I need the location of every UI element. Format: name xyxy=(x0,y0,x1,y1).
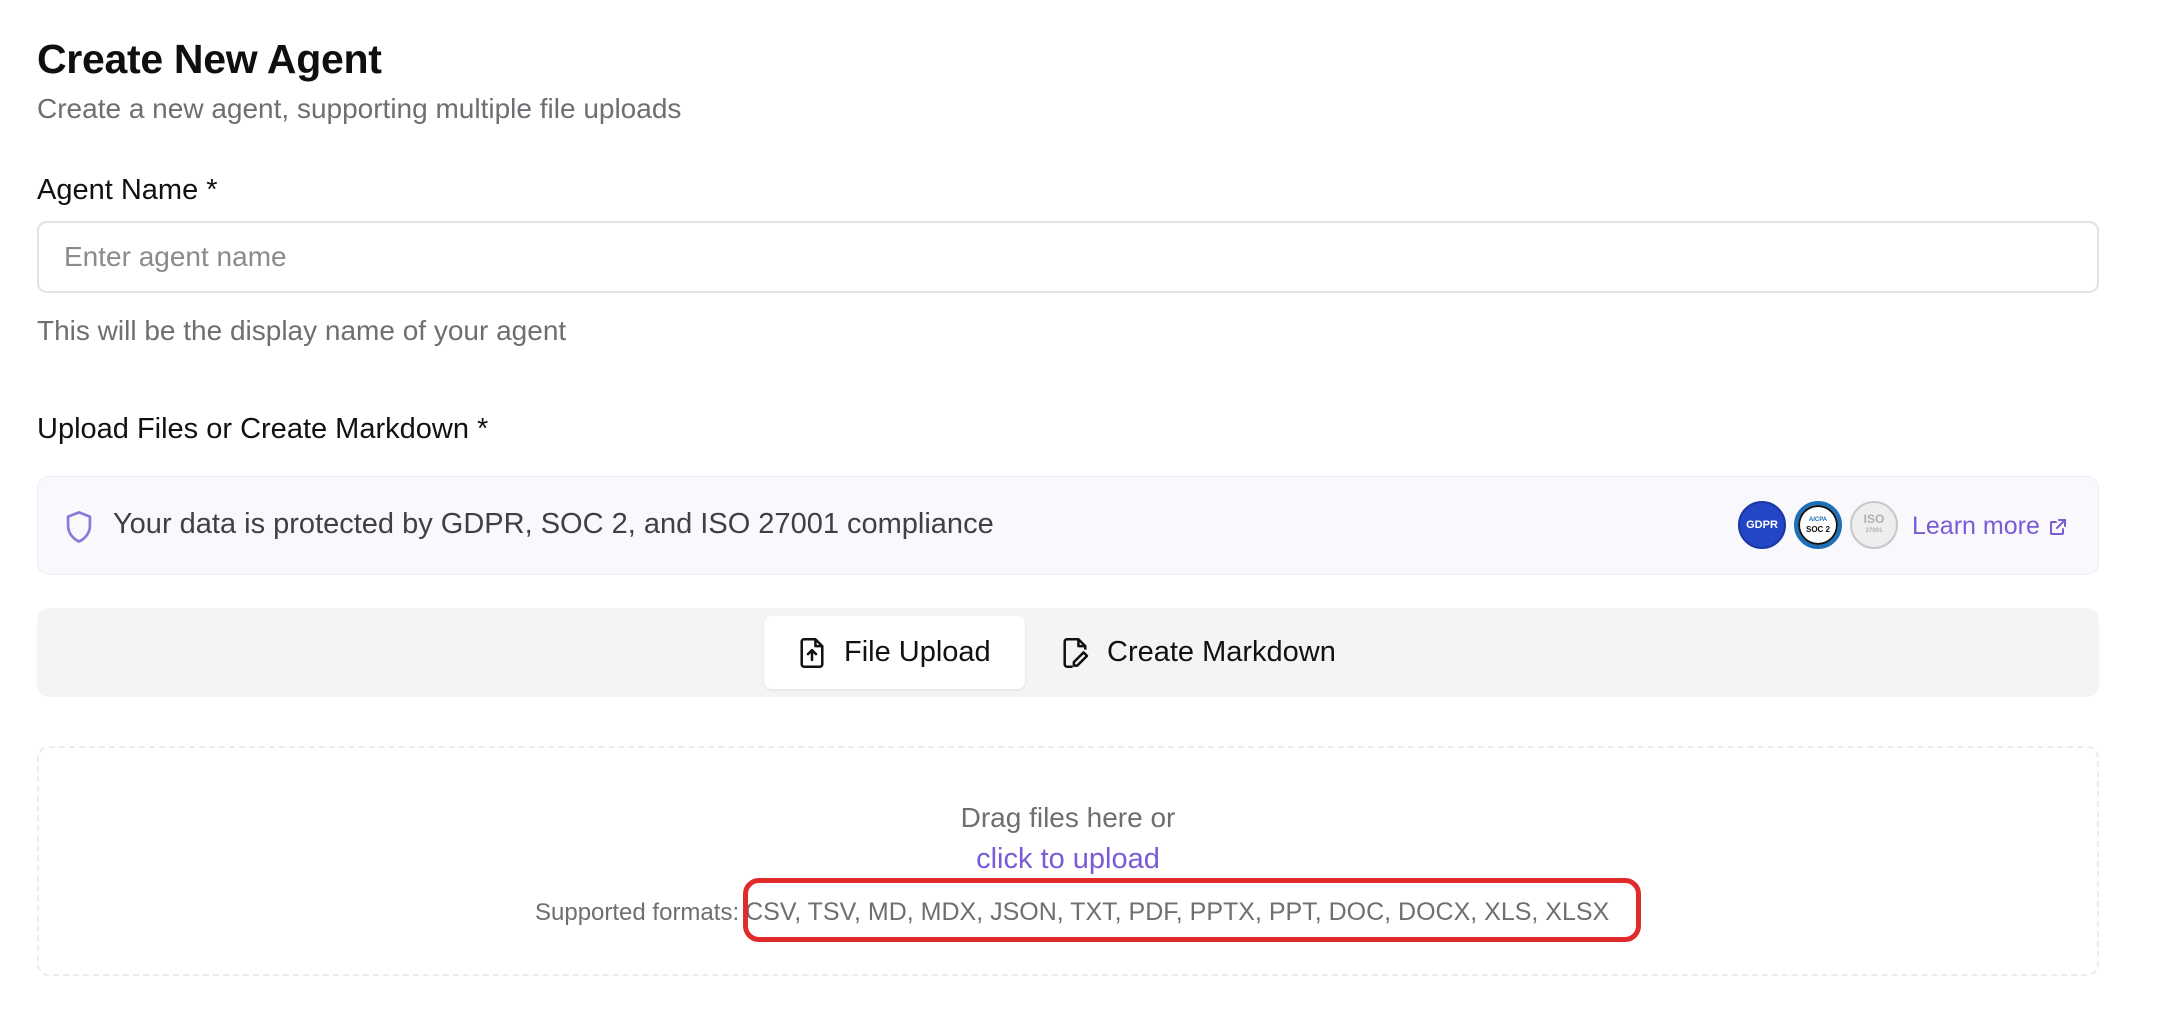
tab-create-markdown-label: Create Markdown xyxy=(1107,636,1336,668)
compliance-text: Your data is protected by GDPR, SOC 2, a… xyxy=(113,508,994,540)
soc2-badge-label: SOC 2 xyxy=(1805,525,1830,534)
tab-create-markdown[interactable]: Create Markdown xyxy=(1051,616,1371,689)
supported-formats-label: Supported formats: xyxy=(535,899,740,926)
file-dropzone[interactable]: Drag files here or click to upload Suppo… xyxy=(37,746,2099,976)
external-link-icon xyxy=(2049,518,2066,535)
compliance-banner: Your data is protected by GDPR, SOC 2, a… xyxy=(37,476,2099,575)
file-upload-icon xyxy=(800,637,824,668)
drag-files-text: Drag files here or xyxy=(960,802,1176,833)
tab-file-upload-label: File Upload xyxy=(844,636,991,668)
create-agent-page: Create New Agent Create a new agent, sup… xyxy=(0,0,2182,1016)
agent-name-help: This will be the display name of your ag… xyxy=(37,315,567,346)
learn-more-link[interactable]: Learn more xyxy=(1912,512,2068,541)
agent-name-label: Agent Name * xyxy=(37,174,218,206)
iso-badge-icon: ISO 27001 xyxy=(1850,501,1898,549)
soc2-badge-icon: AICPA SOC 2 xyxy=(1794,501,1842,549)
tab-file-upload[interactable]: File Upload xyxy=(764,616,1025,689)
page-subtitle: Create a new agent, supporting multiple … xyxy=(37,93,682,124)
supported-formats: Supported formats: CSV, TSV, MD, MDX, JSO… xyxy=(535,898,1609,927)
soc2-badge-top: AICPA xyxy=(1808,517,1828,523)
gdpr-badge-icon: GDPR xyxy=(1738,501,1786,549)
agent-name-input[interactable] xyxy=(37,221,2099,293)
gdpr-badge-label: GDPR xyxy=(1746,519,1778,531)
upload-mode-tabs: File Upload Create Markdown xyxy=(37,608,2099,697)
page-title: Create New Agent xyxy=(37,36,382,82)
file-edit-icon xyxy=(1063,637,1089,668)
click-to-upload-link[interactable]: click to upload xyxy=(39,843,2097,876)
upload-label: Upload Files or Create Markdown * xyxy=(37,413,489,445)
supported-formats-list: CSV, TSV, MD, MDX, JSON, TXT, PDF, PPTX,… xyxy=(745,898,1610,926)
iso-badge-sub: 27001 xyxy=(1865,528,1883,534)
iso-badge-label: ISO xyxy=(1863,512,1885,526)
shield-icon xyxy=(66,511,92,543)
learn-more-label: Learn more xyxy=(1912,512,2040,540)
